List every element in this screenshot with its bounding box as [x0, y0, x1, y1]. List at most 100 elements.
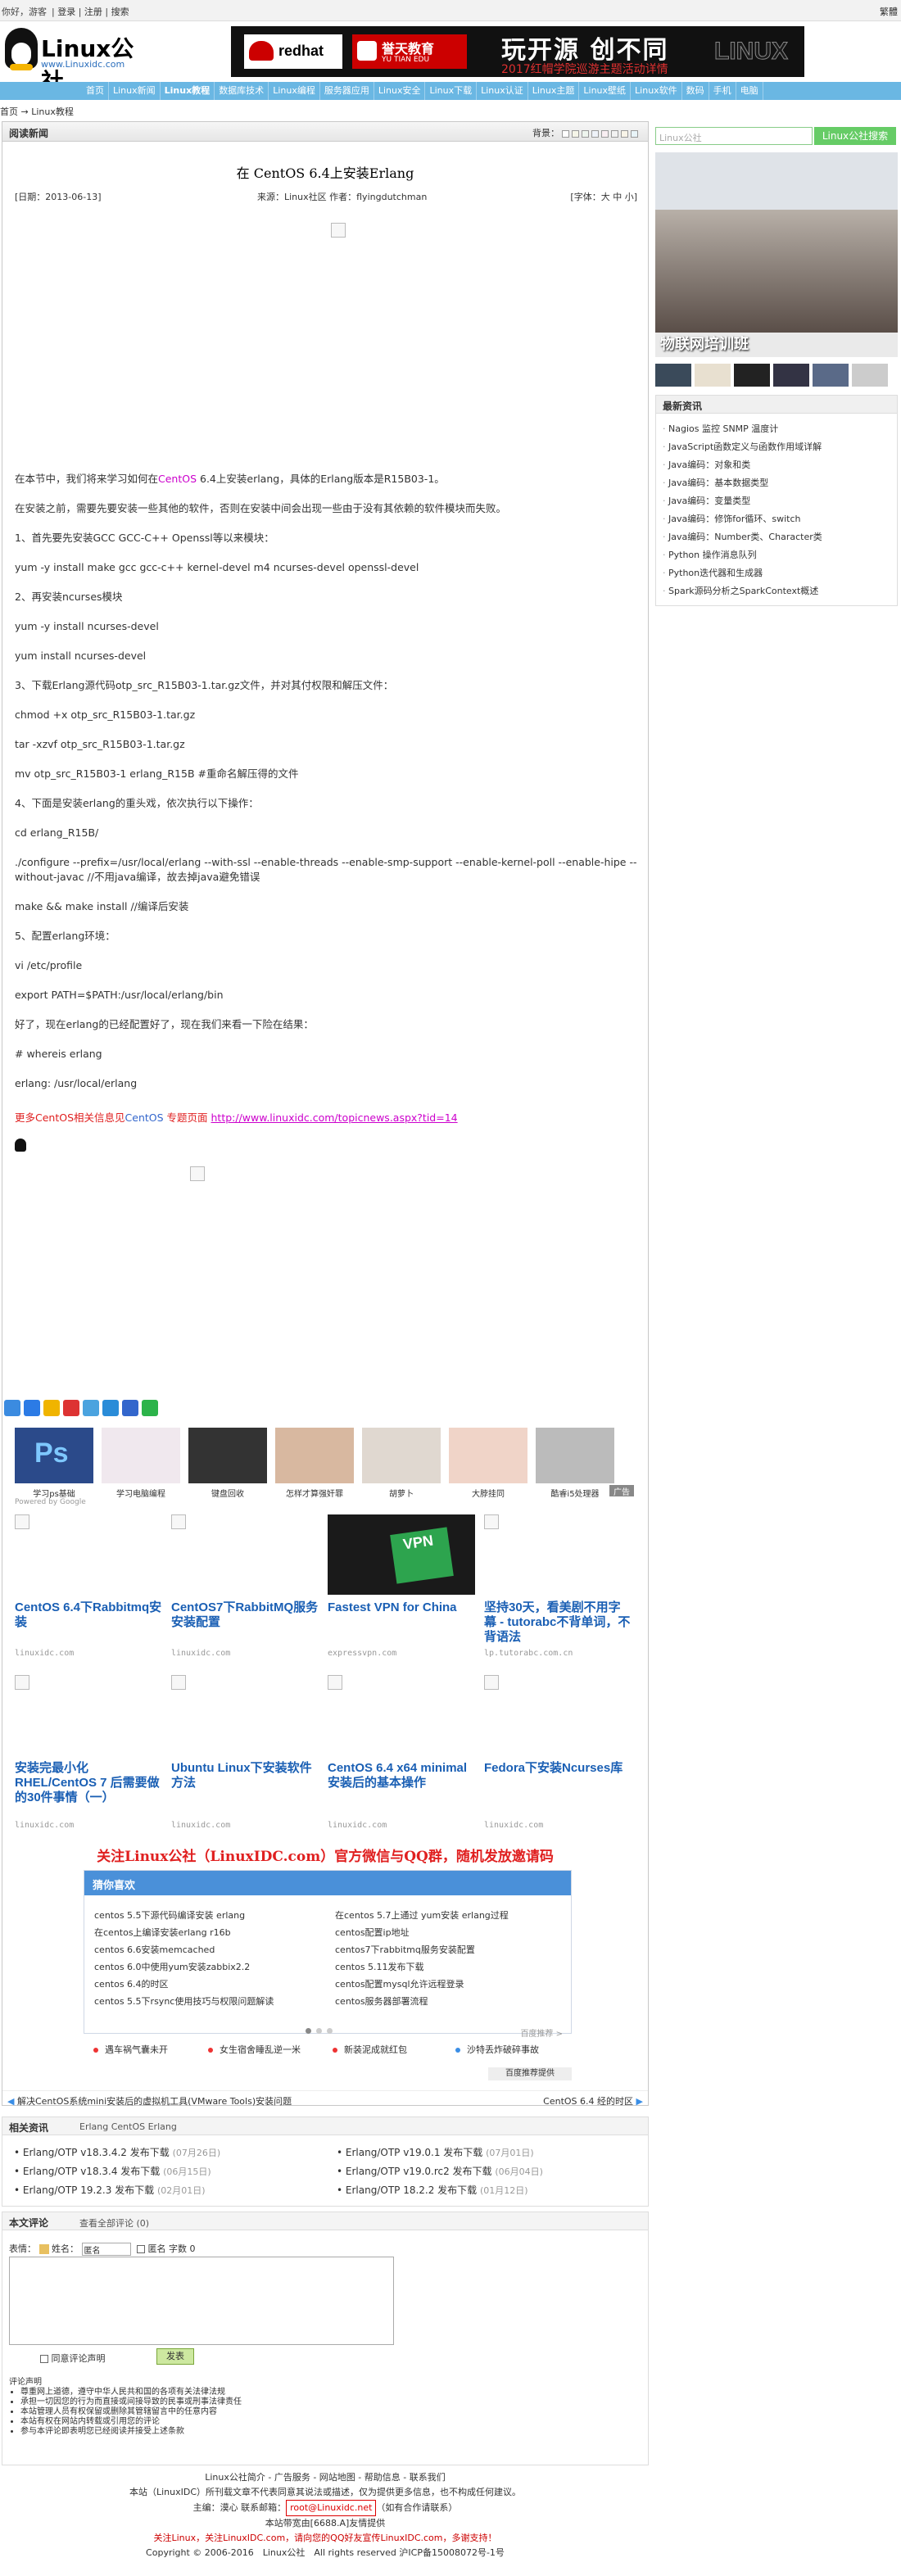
recommend-card[interactable]: 坚持30天，看美剧不用字幕 - tutorabc不背单词，不背语法 lp.tuto… [484, 1514, 632, 1670]
nav-item[interactable]: Linux新闻 [109, 82, 161, 100]
header-banner-ad[interactable]: redhat 誉天教育 YU TIAN EDU 玩开源 创不同 2017红帽学院… [231, 26, 804, 77]
bg-swatch[interactable] [591, 129, 599, 138]
recommend-item[interactable]: centos 5.5下源代码编译安装 erlang [94, 1907, 274, 1924]
nav-item[interactable]: Linux编程 [269, 82, 320, 100]
bg-swatch[interactable] [572, 129, 579, 138]
image-ad[interactable]: Ps 学习ps基础 [15, 1428, 93, 1500]
image-ad[interactable]: 胡萝卜 [362, 1428, 441, 1500]
contact-email[interactable]: root@Linuxidc.net [286, 2500, 377, 2516]
nav-item[interactable]: Linux主题 [528, 82, 580, 100]
latest-item[interactable]: Java编码：修饰for循环、switch [663, 510, 822, 528]
hot-link[interactable]: 女生宿舍睡乱逆一米 [208, 2043, 301, 2056]
traditional-chinese-link[interactable]: 繁體 [880, 5, 898, 18]
search-input[interactable]: Linux公社 [655, 127, 813, 145]
nav-item[interactable]: Linux安全 [374, 82, 426, 100]
nav-item[interactable]: Linux教程 [161, 82, 215, 100]
related-item[interactable]: • Erlang/OTP v18.3.4 发布下载 (06月15日) [14, 2162, 220, 2181]
nav-item[interactable]: 数码 [682, 82, 709, 100]
search-button[interactable]: Linux公社搜索 [814, 127, 896, 145]
share-baidu-icon[interactable] [122, 1400, 138, 1416]
recommend-card[interactable]: Fedora下安装Ncurses库 linuxidc.com [484, 1675, 632, 1831]
centos-link[interactable]: CentOS [158, 473, 197, 485]
emoticon-icon[interactable] [38, 2244, 49, 2254]
recommend-title[interactable]: Fedora下安装Ncurses库 [484, 1761, 632, 1776]
font-size-switch[interactable]: [字体：大 中 小] [570, 190, 637, 203]
carousel-dots[interactable] [306, 2025, 337, 2036]
photo-thumbnails[interactable] [655, 364, 898, 388]
latest-item[interactable]: Python迭代器和生成器 [663, 564, 822, 582]
recommend-card[interactable]: Ubuntu Linux下安装软件方法 linuxidc.com [171, 1675, 319, 1831]
recommend-title[interactable]: CentOS7下RabbitMQ服务安装配置 [171, 1600, 319, 1630]
nav-item[interactable]: 数据库技术 [215, 82, 269, 100]
image-ad[interactable]: 酷睿i5处理器 [536, 1428, 614, 1500]
related-item[interactable]: • Erlang/OTP v18.3.4.2 发布下载 (07月26日) [14, 2144, 220, 2162]
image-ad[interactable]: 怎样才算强奸罪 [275, 1428, 354, 1500]
recommend-title[interactable]: 安装完最小化 RHEL/CentOS 7 后需要做的30件事情（一） [15, 1761, 162, 1805]
recommend-item[interactable]: centos配置mysql允许远程登录 [335, 1976, 509, 1993]
recommend-title[interactable]: 坚持30天，看美剧不用字幕 - tutorabc不背单词，不背语法 [484, 1600, 632, 1645]
bg-swatch[interactable] [601, 129, 609, 138]
recommend-card[interactable]: CentOS 6.4 x64 minimal安装后的基本操作 linuxidc.c… [328, 1675, 475, 1831]
related-tags[interactable]: Erlang CentOS Erlang [79, 2121, 177, 2132]
latest-item[interactable]: Nagios 监控 SNMP 温度计 [663, 420, 822, 438]
nav-item[interactable]: 电脑 [736, 82, 763, 100]
recommend-item[interactable]: centos7下rabbitmq服务安装配置 [335, 1941, 509, 1958]
related-item[interactable]: • Erlang/OTP 19.2.3 发布下载 (02月01日) [14, 2181, 220, 2200]
recommend-title[interactable]: Ubuntu Linux下安装软件方法 [171, 1761, 319, 1791]
anonymous-checkbox[interactable] [137, 2245, 145, 2253]
latest-item[interactable]: Java编码：变量类型 [663, 492, 822, 510]
related-item[interactable]: • Erlang/OTP 18.2.2 发布下载 (01月12日) [337, 2181, 543, 2200]
topic-url-link[interactable]: http://www.linuxidc.com/topicnews.aspx?t… [211, 1111, 458, 1124]
related-item[interactable]: • Erlang/OTP v19.0.rc2 发布下载 (06月04日) [337, 2162, 543, 2181]
nav-item[interactable]: 服务器应用 [320, 82, 374, 100]
recommend-item[interactable]: centos服务器部署流程 [335, 1993, 509, 2010]
view-all-comments-link[interactable]: 查看全部评论 (0) [79, 2216, 149, 2230]
latest-item[interactable]: Java编码：Number类、Character类 [663, 528, 822, 546]
recommend-card[interactable]: 安装完最小化 RHEL/CentOS 7 后需要做的30件事情（一） linuxi… [15, 1675, 162, 1831]
prev-article-link[interactable]: ◀ 解决CentOS系统mini安装后的虚拟机工具(VMware Tools)安… [7, 2094, 292, 2107]
share-weibo-icon[interactable] [63, 1400, 79, 1416]
image-ad[interactable]: 大脖挂同 [449, 1428, 527, 1500]
recommend-item[interactable]: centos 6.6安装memcached [94, 1941, 274, 1958]
centos-topic-link[interactable]: CentOS [125, 1111, 164, 1124]
recommend-item[interactable]: centos 6.0中使用yum安装zabbix2.2 [94, 1958, 274, 1976]
share-plus-icon[interactable] [4, 1400, 20, 1416]
latest-item[interactable]: Java编码：对象和类 [663, 456, 822, 474]
related-item[interactable]: • Erlang/OTP v19.0.1 发布下载 (07月01日) [337, 2144, 543, 2162]
register-link[interactable]: 注册 [84, 7, 102, 17]
recommend-title[interactable]: CentOS 6.4下Rabbitmq安装 [15, 1600, 162, 1630]
share-star-icon[interactable] [43, 1400, 60, 1416]
login-link[interactable]: 登录 [57, 7, 75, 17]
nav-item[interactable]: 首页 [82, 82, 109, 100]
recommend-card[interactable]: VPN Fastest VPN for China expressvpn.com [328, 1514, 475, 1670]
latest-item[interactable]: Python 操作消息队列 [663, 546, 822, 564]
submit-comment-button[interactable]: 发表 [156, 2348, 194, 2365]
share-qzone-icon[interactable] [24, 1400, 40, 1416]
nav-item[interactable]: Linux壁纸 [579, 82, 632, 100]
site-logo[interactable]: Linux公社 www.Linuxidc.com [5, 28, 136, 95]
recommend-card[interactable]: CentOS 6.4下Rabbitmq安装 linuxidc.com [15, 1514, 162, 1670]
recommend-item[interactable]: 在centos上编译安装erlang r16b [94, 1924, 274, 1941]
comment-textarea[interactable] [9, 2257, 394, 2345]
nav-item[interactable]: Linux认证 [477, 82, 528, 100]
wechat-notice[interactable]: 关注Linux公社（LinuxIDC.com）官方微信与QQ群，随机发放邀请码 [2, 1845, 648, 1865]
name-input[interactable]: 匿名 [81, 2243, 131, 2256]
share-wechat-icon[interactable] [142, 1400, 158, 1416]
recommend-card[interactable]: CentOS7下RabbitMQ服务安装配置 linuxidc.com [171, 1514, 319, 1670]
recommend-title[interactable]: CentOS 6.4 x64 minimal安装后的基本操作 [328, 1761, 475, 1791]
recommend-more-link[interactable]: 百度推荐 > [520, 2026, 563, 2039]
share-qq-icon[interactable] [83, 1400, 99, 1416]
agree-checkbox-row[interactable]: 同意评论声明 [40, 2352, 106, 2365]
share-renren-icon[interactable] [102, 1400, 119, 1416]
image-ad[interactable]: 键盘回收 [188, 1428, 267, 1500]
recommend-item[interactable]: centos配置ip地址 [335, 1924, 509, 1941]
search-link[interactable]: 搜索 [111, 7, 129, 17]
recommend-item[interactable]: centos 5.5下rsync使用技巧与权限问题解读 [94, 1993, 274, 2010]
image-ad[interactable]: 学习电脑编程 [102, 1428, 180, 1500]
latest-item[interactable]: Spark源码分析之SparkContext概述 [663, 582, 822, 600]
nav-item[interactable]: Linux下载 [425, 82, 478, 100]
recommend-item[interactable]: 在centos 5.7上通过 yum安装 erlang过程 [335, 1907, 509, 1924]
training-photo[interactable] [655, 152, 898, 357]
bg-swatch[interactable] [582, 129, 589, 138]
hot-link[interactable]: 遇车祸气囊未开 [93, 2043, 168, 2056]
